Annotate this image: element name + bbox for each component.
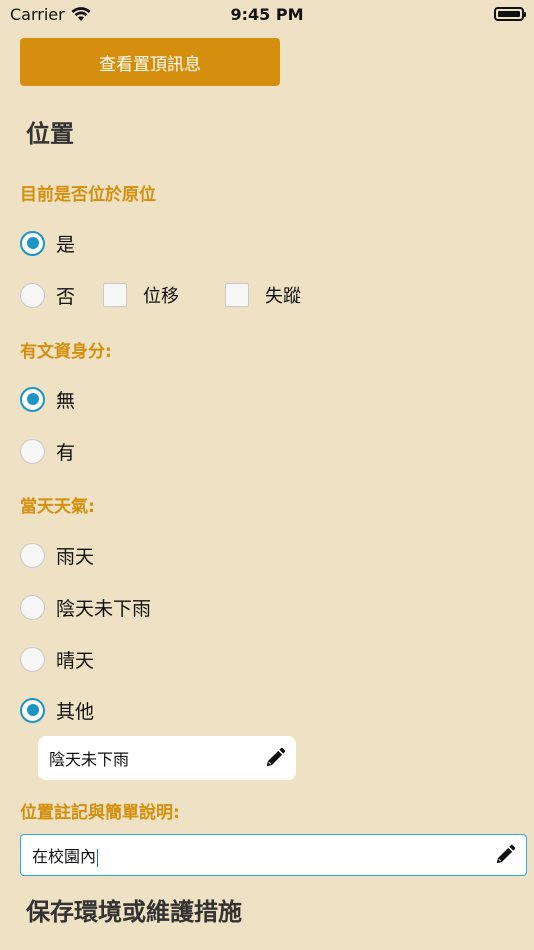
weather-label: 當天天氣: <box>20 497 95 517</box>
radio-button-selected[interactable] <box>20 230 45 256</box>
pencil-icon[interactable] <box>494 844 516 866</box>
status-bar: Carrier 9:45 PM <box>0 0 534 28</box>
text-caret <box>97 848 99 867</box>
option-label: 其他 <box>56 700 95 723</box>
radio-button[interactable] <box>20 438 45 464</box>
status-left: Carrier <box>10 5 91 24</box>
wifi-icon <box>71 6 91 21</box>
battery-icon <box>494 7 526 21</box>
radio-cultural-yes[interactable]: 有 <box>20 437 75 465</box>
radio-cultural-none[interactable]: 無 <box>20 385 75 413</box>
location-section-title: 位置 <box>26 120 74 148</box>
pencil-icon[interactable] <box>264 747 286 769</box>
location-notes-value: 在校園內 <box>32 847 99 867</box>
radio-button[interactable] <box>20 542 45 568</box>
option-label: 雨天 <box>56 545 95 568</box>
view-pinned-messages-button[interactable]: 查看置頂訊息 <box>20 38 280 86</box>
location-notes-input[interactable]: 在校園內 <box>20 834 527 876</box>
radio-weather-rain[interactable]: 雨天 <box>20 541 94 569</box>
option-label: 陰天未下雨 <box>56 597 152 620</box>
weather-other-value: 陰天未下雨 <box>49 750 130 769</box>
checkbox-box[interactable] <box>225 283 250 307</box>
option-label: 晴天 <box>56 649 95 672</box>
checkbox-label: 位移 <box>143 286 180 307</box>
radio-weather-other[interactable]: 其他 <box>20 696 94 724</box>
radio-weather-sunny[interactable]: 晴天 <box>20 645 94 673</box>
checkbox-label: 失蹤 <box>265 286 302 307</box>
option-label: 有 <box>56 441 76 464</box>
carrier-label: Carrier <box>10 4 65 24</box>
cultural-status-label: 有文資身分: <box>20 342 112 362</box>
radio-weather-cloudy[interactable]: 陰天未下雨 <box>20 593 151 621</box>
radio-in-place-yes[interactable]: 是 <box>20 229 75 257</box>
radio-button-selected[interactable] <box>20 386 45 412</box>
radio-in-place-no-row: 否 位移 失蹤 <box>20 281 301 309</box>
option-label: 無 <box>56 389 76 412</box>
option-label: 否 <box>56 285 76 308</box>
radio-button-selected[interactable] <box>20 697 45 723</box>
checkbox-missing[interactable]: 失蹤 <box>225 282 301 308</box>
checkbox-displaced[interactable]: 位移 <box>103 282 179 308</box>
in-place-label: 目前是否位於原位 <box>20 185 156 205</box>
option-label: 是 <box>56 233 76 256</box>
radio-button[interactable] <box>20 646 45 672</box>
weather-other-field[interactable]: 陰天未下雨 <box>38 736 296 780</box>
preservation-section-title: 保存環境或維護措施 <box>26 898 242 926</box>
location-notes-label: 位置註記與簡單說明: <box>20 803 180 823</box>
checkbox-box[interactable] <box>103 283 128 307</box>
radio-in-place-no[interactable] <box>20 282 45 308</box>
radio-button[interactable] <box>20 594 45 620</box>
